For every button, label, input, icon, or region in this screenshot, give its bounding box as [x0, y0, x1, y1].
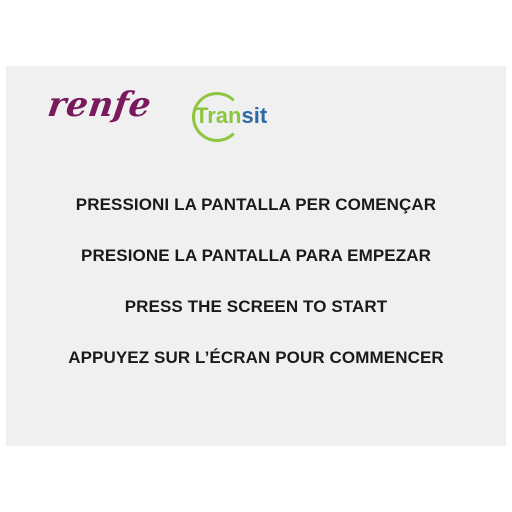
renfe-logo: renfe [45, 85, 154, 125]
renfe-logo-text: renfe [45, 85, 154, 125]
transit-logo: Transit [192, 92, 282, 142]
transit-logo-text-green: Tran [195, 103, 242, 128]
start-screen[interactable]: renfe Transit PRESSIONI LA PANTALLA PER … [6, 66, 506, 446]
start-message-french: APPUYEZ SUR L’ÉCRAN POUR COMMENCER [68, 348, 444, 367]
start-message-spanish: PRESIONE LA PANTALLA PARA EMPEZAR [81, 246, 431, 265]
start-message-catalan: PRESSIONI LA PANTALLA PER COMENÇAR [75, 195, 437, 214]
start-instructions: PRESSIONI LA PANTALLA PER COMENÇAR PRESI… [6, 194, 506, 398]
start-message-english: PRESS THE SCREEN TO START [124, 297, 388, 316]
transit-logo-text: Transit [195, 105, 267, 127]
transit-logo-text-blue: sit [241, 103, 268, 128]
